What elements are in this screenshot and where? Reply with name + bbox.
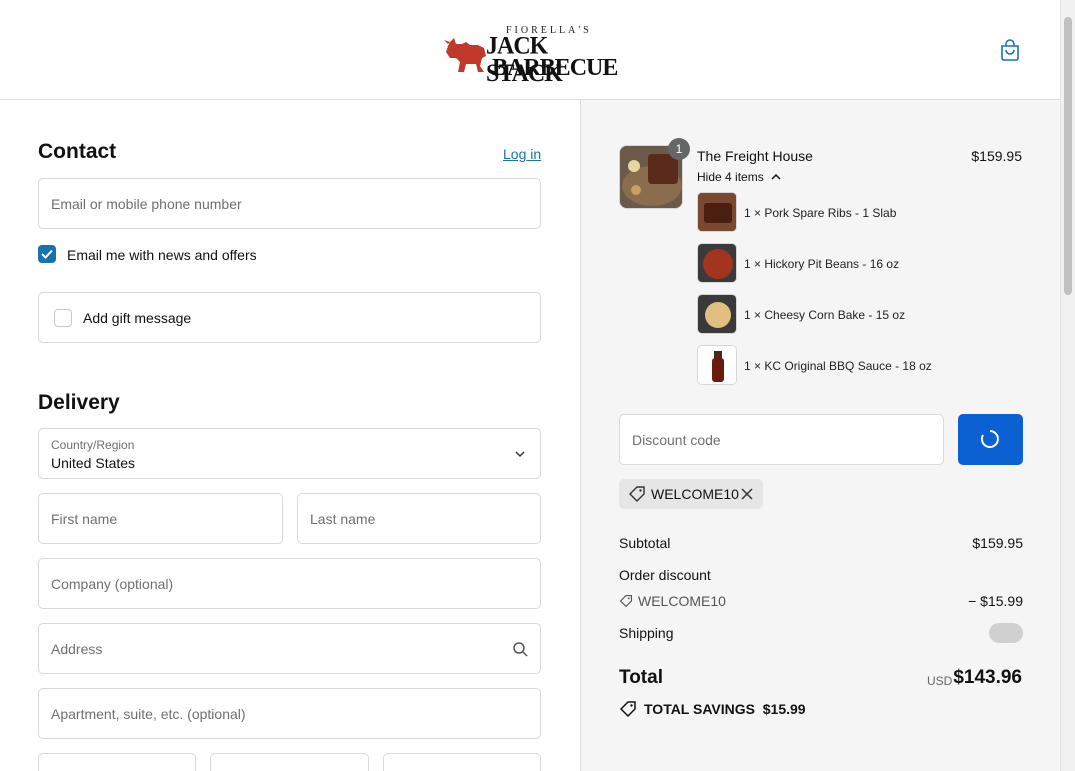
delivery-heading: Delivery — [38, 391, 120, 414]
email-placeholder: Email or mobile phone number — [51, 196, 242, 212]
discount-placeholder: Discount code — [632, 432, 721, 448]
loading-spinner-icon — [980, 430, 999, 448]
item-name: 1 × KC Original BBQ Sauce - 18 oz — [744, 359, 932, 373]
first-name-placeholder: First name — [51, 511, 118, 527]
order-discount-row: Order discount — [619, 567, 1023, 583]
item-image — [697, 294, 737, 334]
tag-icon — [619, 594, 633, 608]
company-placeholder: Company (optional) — [51, 576, 174, 592]
discount-value: − $15.99 — [968, 593, 1023, 609]
savings-text: TOTAL SAVINGS $15.99 — [644, 701, 806, 717]
last-name-field[interactable]: Last name — [297, 493, 541, 544]
order-discount-label: Order discount — [619, 567, 711, 583]
scrollbar-thumb[interactable] — [1064, 17, 1072, 295]
country-select[interactable]: Country/Region United States — [38, 428, 541, 479]
hide-items-label: Hide 4 items — [697, 170, 764, 184]
tag-icon — [629, 486, 645, 502]
news-checkbox[interactable] — [38, 245, 56, 263]
subtotal-label: Subtotal — [619, 535, 671, 551]
shopping-bag-icon[interactable] — [998, 38, 1022, 62]
item-name: 1 × Hickory Pit Beans - 16 oz — [744, 257, 900, 271]
contact-heading: Contact — [38, 140, 117, 163]
item-image — [697, 192, 737, 232]
shipping-row: Shipping — [619, 623, 1023, 643]
discount-code-label: WELCOME10 — [638, 593, 726, 609]
quantity-badge: 1 — [668, 138, 690, 160]
gift-message-row[interactable]: Add gift message — [38, 292, 541, 343]
state-field[interactable] — [210, 753, 369, 771]
gift-label: Add gift message — [83, 310, 192, 326]
savings-value: $15.99 — [762, 701, 806, 717]
login-link[interactable]: Log in — [503, 146, 541, 162]
item-name: 1 × Cheesy Corn Bake - 15 oz — [744, 308, 906, 322]
city-field[interactable] — [38, 753, 196, 771]
subtotal-row: Subtotal $159.95 — [619, 535, 1023, 551]
country-value: United States — [51, 455, 136, 471]
address-field[interactable]: Address — [38, 623, 541, 674]
search-icon — [513, 642, 528, 657]
total-value: $143.96 — [953, 667, 1022, 688]
applied-discount-tag: WELCOME10 — [619, 479, 763, 509]
news-label: Email me with news and offers — [67, 247, 257, 263]
scrollbar[interactable] — [1060, 0, 1075, 771]
bull-icon — [444, 38, 486, 72]
zip-field[interactable] — [383, 753, 541, 771]
total-label: Total — [619, 667, 663, 688]
apartment-field[interactable]: Apartment, suite, etc. (optional) — [38, 688, 541, 739]
applied-code: WELCOME10 — [651, 486, 739, 502]
product-price: $159.95 — [971, 148, 1022, 164]
first-name-field[interactable]: First name — [38, 493, 283, 544]
gift-checkbox[interactable] — [54, 309, 72, 327]
chevron-down-icon — [515, 451, 525, 458]
close-icon[interactable] — [740, 487, 754, 501]
item-image — [697, 243, 737, 283]
address-placeholder: Address — [51, 641, 103, 657]
chevron-up-icon — [771, 173, 781, 180]
apartment-placeholder: Apartment, suite, etc. (optional) — [51, 706, 246, 722]
brand-logo[interactable]: FIORELLA'S JACK STACK BARBECUE — [444, 22, 619, 87]
hide-items-toggle[interactable]: Hide 4 items — [697, 170, 781, 184]
apply-discount-button[interactable] — [958, 414, 1023, 465]
brand-line-2: BARBECUE — [492, 55, 618, 81]
subtotal-value: $159.95 — [972, 535, 1023, 551]
product-name: The Freight House — [697, 148, 813, 164]
email-field[interactable]: Email or mobile phone number — [38, 178, 541, 229]
savings-tag-icon — [619, 701, 636, 718]
item-name: 1 × Pork Spare Ribs - 1 Slab — [744, 206, 897, 220]
header: FIORELLA'S JACK STACK BARBECUE — [0, 0, 1060, 100]
order-summary: 1 The Freight House $159.95 Hide 4 items… — [580, 100, 1060, 771]
country-label: Country/Region — [51, 438, 135, 452]
company-field[interactable]: Company (optional) — [38, 558, 541, 609]
currency-label: USD — [927, 674, 953, 688]
shipping-label: Shipping — [619, 625, 674, 641]
shipping-loading-placeholder — [989, 623, 1023, 643]
savings-label: TOTAL SAVINGS — [644, 701, 755, 717]
discount-code-input[interactable]: Discount code — [619, 414, 944, 465]
last-name-placeholder: Last name — [310, 511, 376, 527]
checkout-form: Contact Log in Email or mobile phone num… — [0, 100, 580, 771]
item-image — [697, 345, 737, 385]
checkmark-icon — [41, 249, 53, 259]
